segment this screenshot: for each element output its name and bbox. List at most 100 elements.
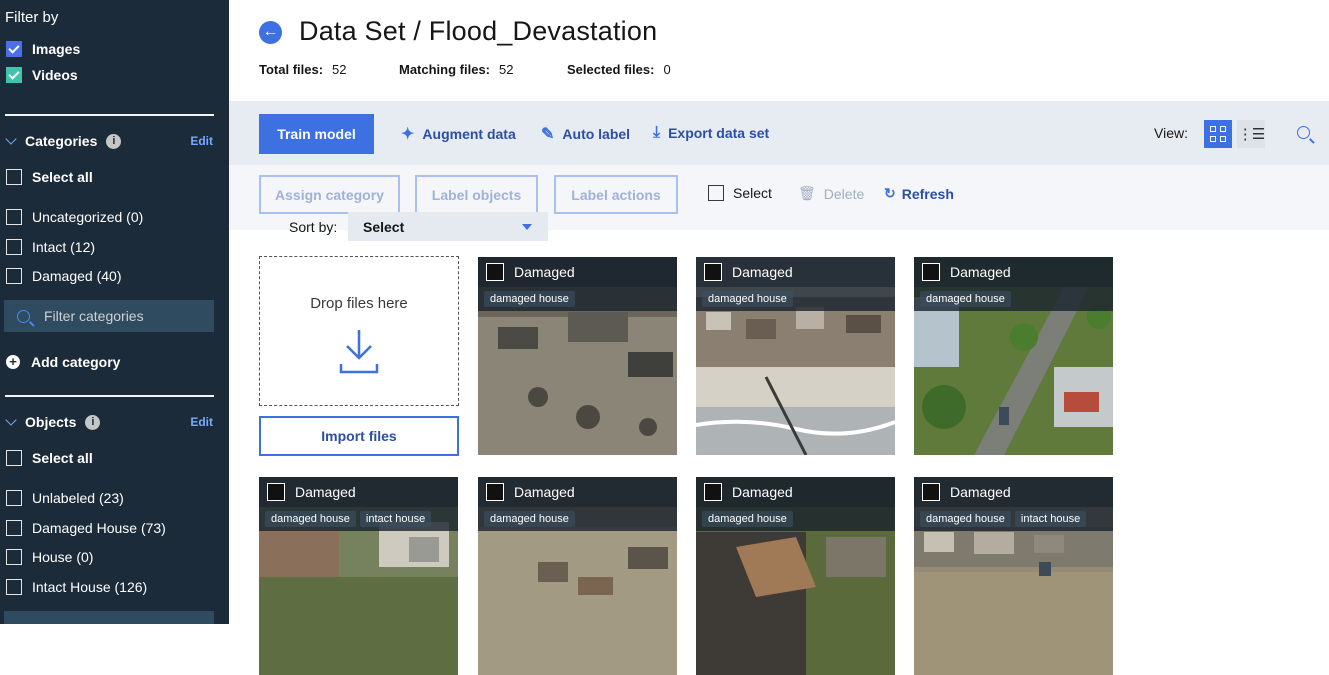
export-data-set-button[interactable]: ⤓ Export data set [653,124,769,142]
delete-label: Delete [823,185,865,202]
checkbox-icon[interactable] [6,579,22,595]
image-card[interactable]: Damaged damaged house [696,477,895,675]
auto-label-button[interactable]: ✎ Auto label [541,124,630,144]
tag: damaged house [484,511,575,527]
card-tags: damaged house intact house [259,507,458,531]
select-checkbox[interactable]: Select [708,185,772,201]
categories-header[interactable]: Categories i Edit [5,132,213,149]
refresh-button[interactable]: ↻ Refresh [884,185,954,202]
object-item[interactable]: Intact House (126) [6,579,147,595]
objects-edit-link[interactable]: Edit [190,415,213,429]
categories-edit-link[interactable]: Edit [190,134,213,148]
list-view-button[interactable]: ⋮☰ [1237,120,1265,148]
filter-videos[interactable]: Videos [6,67,78,83]
list-icon: ⋮☰ [1237,126,1265,143]
checkbox-icon[interactable] [6,169,22,185]
object-item[interactable]: House (0) [6,549,93,565]
tag: intact house [359,511,432,527]
checkbox-icon[interactable] [708,185,724,201]
objects-heading: Objects [25,414,77,430]
sort-select[interactable]: Select [348,212,548,241]
category-label: Uncategorized (0) [32,209,144,225]
checkbox-icon[interactable] [6,450,22,466]
card-header: Damaged [478,257,677,287]
checkbox-checked-icon[interactable] [6,41,22,57]
selected-files: Selected files: 0 [567,62,671,77]
matching-files: Matching files: 52 [399,62,513,77]
filter-categories-input[interactable]: Filter categories [4,300,214,332]
categories-heading: Categories [25,133,98,149]
checkbox-icon[interactable] [922,263,940,281]
card-category: Damaged [514,264,575,280]
checkbox-icon[interactable] [6,490,22,506]
matching-files-value: 52 [499,62,514,77]
assign-category-button[interactable]: Assign category [259,175,400,214]
sort-by-label: Sort by: [289,219,338,235]
object-label: House (0) [32,549,94,565]
card-tags: damaged house [478,507,677,531]
grid-view-button[interactable] [1204,120,1232,148]
checkbox-icon[interactable] [6,209,22,225]
tag: damaged house [702,511,793,527]
checkbox-icon[interactable] [704,263,722,281]
objects-select-all[interactable]: Select all [6,450,93,466]
train-model-button[interactable]: Train model [259,114,374,154]
objects-header[interactable]: Objects i Edit [5,413,213,430]
filter-images-label: Images [32,41,81,57]
chevron-down-icon[interactable] [5,413,17,426]
category-item[interactable]: Intact (12) [6,239,95,255]
tag: damaged house [920,511,1011,527]
download-icon: ⤓ [653,124,661,141]
label-actions-button[interactable]: Label actions [554,175,678,214]
info-icon[interactable]: i [106,133,122,149]
category-item[interactable]: Uncategorized (0) [6,209,143,225]
checkbox-icon[interactable] [6,549,22,565]
image-card[interactable]: Damaged damaged house [914,257,1113,455]
checkbox-checked-icon[interactable] [6,67,22,83]
matching-files-label: Matching files: [399,62,491,77]
total-files: Total files: 52 [259,62,347,77]
import-files-button[interactable]: Import files [259,416,459,456]
tag: damaged house [920,291,1011,307]
card-category: Damaged [732,264,793,280]
checkbox-icon[interactable] [704,483,722,501]
checkbox-icon[interactable] [486,483,504,501]
drop-zone[interactable]: Drop files here [259,256,459,406]
checkbox-icon[interactable] [922,483,940,501]
filter-videos-label: Videos [32,67,78,83]
filter-objects-input[interactable] [4,611,214,624]
pencil-icon: ✎ [541,126,555,143]
checkbox-icon[interactable] [486,263,504,281]
label-objects-button[interactable]: Label objects [415,175,538,214]
checkbox-icon[interactable] [6,239,22,255]
filter-images[interactable]: Images [6,41,80,57]
main-content: ← Data Set / Flood_Devastation Total fil… [229,0,1329,675]
object-item[interactable]: Damaged House (73) [6,520,166,536]
card-header: Damaged [914,477,1113,507]
augment-data-label: Augment data [422,126,516,142]
category-item[interactable]: Damaged (40) [6,268,122,284]
back-arrow-icon[interactable]: ← [259,21,282,44]
checkbox-icon[interactable] [267,483,285,501]
image-card[interactable]: Damaged damaged house [696,257,895,455]
image-card[interactable]: Damaged damaged house intact house [914,477,1113,675]
object-item[interactable]: Unlabeled (23) [6,490,124,506]
search-icon[interactable] [1297,126,1310,139]
card-tags: damaged house [478,287,677,311]
image-card[interactable]: Damaged damaged house intact house [259,477,458,675]
category-label: Intact (12) [32,239,96,255]
delete-button[interactable]: 🗑 Delete [798,185,864,202]
categories-select-all[interactable]: Select all [6,169,93,185]
image-card[interactable]: Damaged damaged house [478,257,677,455]
add-category-button[interactable]: + Add category [6,354,120,370]
image-card[interactable]: Damaged damaged house [478,477,677,675]
checkbox-icon[interactable] [6,268,22,284]
selected-files-label: Selected files: [567,62,655,77]
info-icon[interactable]: i [85,414,101,430]
toolbar: Train model ✦ Augment data ✎ Auto label ⤓ E… [229,101,1329,165]
chevron-down-icon[interactable] [5,132,17,145]
export-label: Export data set [668,125,770,141]
augment-data-button[interactable]: ✦ Augment data [401,124,516,144]
checkbox-icon[interactable] [6,520,22,536]
card-category: Damaged [514,484,575,500]
